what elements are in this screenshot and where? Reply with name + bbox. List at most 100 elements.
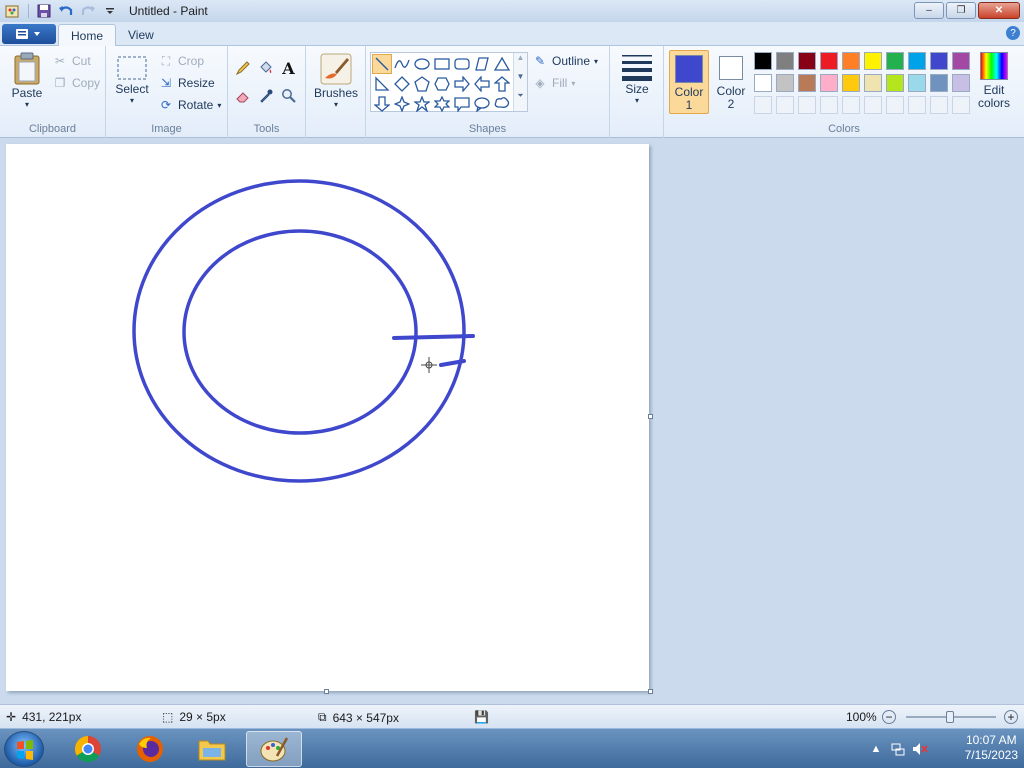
tab-view[interactable]: View xyxy=(116,24,166,46)
zoom-in-icon[interactable]: + xyxy=(1004,710,1018,724)
scroll-down-icon[interactable]: ▼ xyxy=(514,72,527,91)
custom-color-slot[interactable] xyxy=(842,96,860,114)
show-hidden-icons[interactable]: ▲ xyxy=(868,741,884,757)
minimize-button[interactable]: ‒ xyxy=(914,2,944,19)
curve-shape-icon[interactable] xyxy=(392,54,412,74)
paint-app-icon[interactable] xyxy=(4,2,22,20)
paste-button[interactable]: Paste ▾ xyxy=(8,52,46,109)
polygon-shape-icon[interactable] xyxy=(472,54,492,74)
save-icon[interactable] xyxy=(35,2,53,20)
eraser-icon[interactable] xyxy=(232,86,253,106)
pencil-icon[interactable] xyxy=(232,58,253,78)
network-icon[interactable] xyxy=(890,741,906,757)
custom-color-slot[interactable] xyxy=(864,96,882,114)
palette-swatch[interactable] xyxy=(908,52,926,70)
rotate-button[interactable]: ⟳ Rotate ▾ xyxy=(158,97,221,113)
palette-swatch[interactable] xyxy=(930,74,948,92)
fill-bucket-icon[interactable] xyxy=(255,58,276,78)
diamond-shape-icon[interactable] xyxy=(392,74,412,94)
zoom-slider-thumb[interactable] xyxy=(946,711,954,723)
four-point-star-icon[interactable] xyxy=(392,94,412,114)
help-icon[interactable]: ? xyxy=(1006,26,1020,40)
palette-swatch[interactable] xyxy=(886,74,904,92)
taskbar-paint[interactable] xyxy=(246,731,302,767)
text-icon[interactable]: A xyxy=(278,58,299,78)
edit-colors-button[interactable]: Edit colors xyxy=(976,52,1012,110)
color1-button[interactable]: Color 1 xyxy=(669,50,709,114)
up-arrow-shape-icon[interactable] xyxy=(492,74,512,94)
copy-button[interactable]: ❐ Copy xyxy=(52,75,100,91)
palette-swatch[interactable] xyxy=(820,74,838,92)
palette-swatch[interactable] xyxy=(930,52,948,70)
custom-color-slot[interactable] xyxy=(930,96,948,114)
resize-handle-corner[interactable] xyxy=(648,689,653,694)
palette-swatch[interactable] xyxy=(952,74,970,92)
crop-button[interactable]: ⛶ Crop xyxy=(158,53,204,69)
resize-button[interactable]: ⇲ Resize xyxy=(158,75,215,91)
expand-gallery-icon[interactable]: ⏷ xyxy=(514,91,527,110)
magnifier-icon[interactable] xyxy=(278,86,299,106)
palette-swatch[interactable] xyxy=(820,52,838,70)
palette-swatch[interactable] xyxy=(798,74,816,92)
palette-swatch[interactable] xyxy=(864,52,882,70)
right-arrow-shape-icon[interactable] xyxy=(452,74,472,94)
down-arrow-shape-icon[interactable] xyxy=(372,94,392,114)
volume-muted-icon[interactable] xyxy=(912,741,928,757)
redo-icon[interactable] xyxy=(79,2,97,20)
rectangular-callout-icon[interactable] xyxy=(452,94,472,114)
six-point-star-icon[interactable] xyxy=(432,94,452,114)
zoom-slider[interactable] xyxy=(906,711,996,723)
line-shape-icon[interactable] xyxy=(372,54,392,74)
left-arrow-shape-icon[interactable] xyxy=(472,74,492,94)
custom-color-slot[interactable] xyxy=(754,96,772,114)
zoom-out-icon[interactable]: − xyxy=(882,710,896,724)
palette-swatch[interactable] xyxy=(864,74,882,92)
restore-button[interactable]: ❐ xyxy=(946,2,976,19)
select-button[interactable]: Select ▾ xyxy=(114,54,150,105)
rounded-rectangle-shape-icon[interactable] xyxy=(452,54,472,74)
size-button[interactable]: Size ▾ xyxy=(618,52,656,105)
start-button[interactable] xyxy=(4,731,44,767)
palette-swatch[interactable] xyxy=(908,74,926,92)
palette-swatch[interactable] xyxy=(886,52,904,70)
close-button[interactable]: ✕ xyxy=(978,2,1020,19)
oval-callout-icon[interactable] xyxy=(472,94,492,114)
triangle-shape-icon[interactable] xyxy=(492,54,512,74)
shapes-scroll[interactable]: ▲ ▼ ⏷ xyxy=(513,53,527,111)
oval-shape-icon[interactable] xyxy=(412,54,432,74)
customize-qat-icon[interactable] xyxy=(101,2,119,20)
custom-color-slot[interactable] xyxy=(908,96,926,114)
brushes-button[interactable]: Brushes ▾ xyxy=(314,52,358,109)
rectangle-shape-icon[interactable] xyxy=(432,54,452,74)
custom-color-slot[interactable] xyxy=(798,96,816,114)
palette-swatch[interactable] xyxy=(798,52,816,70)
hexagon-shape-icon[interactable] xyxy=(432,74,452,94)
resize-handle-right[interactable] xyxy=(648,414,653,419)
taskbar-firefox[interactable] xyxy=(122,731,178,767)
custom-color-slot[interactable] xyxy=(820,96,838,114)
scroll-up-icon[interactable]: ▲ xyxy=(514,53,527,72)
paint-menu-button[interactable] xyxy=(2,24,56,44)
palette-swatch[interactable] xyxy=(776,52,794,70)
palette-swatch[interactable] xyxy=(754,52,772,70)
pentagon-shape-icon[interactable] xyxy=(412,74,432,94)
palette-swatch[interactable] xyxy=(754,74,772,92)
custom-color-slot[interactable] xyxy=(776,96,794,114)
cut-button[interactable]: ✂ Cut xyxy=(52,53,91,69)
right-triangle-shape-icon[interactable] xyxy=(372,74,392,94)
color2-button[interactable]: Color 2 xyxy=(711,50,751,114)
palette-swatch[interactable] xyxy=(842,74,860,92)
tab-home[interactable]: Home xyxy=(58,24,117,46)
taskbar-file-explorer[interactable] xyxy=(184,731,240,767)
custom-color-slot[interactable] xyxy=(952,96,970,114)
custom-color-slot[interactable] xyxy=(886,96,904,114)
fill-button[interactable]: ◈ Fill ▾ xyxy=(532,75,575,91)
drawing-canvas[interactable] xyxy=(6,144,649,691)
palette-swatch[interactable] xyxy=(776,74,794,92)
resize-handle-bottom[interactable] xyxy=(324,689,329,694)
palette-swatch[interactable] xyxy=(842,52,860,70)
cloud-callout-icon[interactable] xyxy=(492,94,512,114)
taskbar-chrome[interactable] xyxy=(60,731,116,767)
five-point-star-icon[interactable] xyxy=(412,94,432,114)
outline-button[interactable]: ✎ Outline ▾ xyxy=(532,53,598,69)
